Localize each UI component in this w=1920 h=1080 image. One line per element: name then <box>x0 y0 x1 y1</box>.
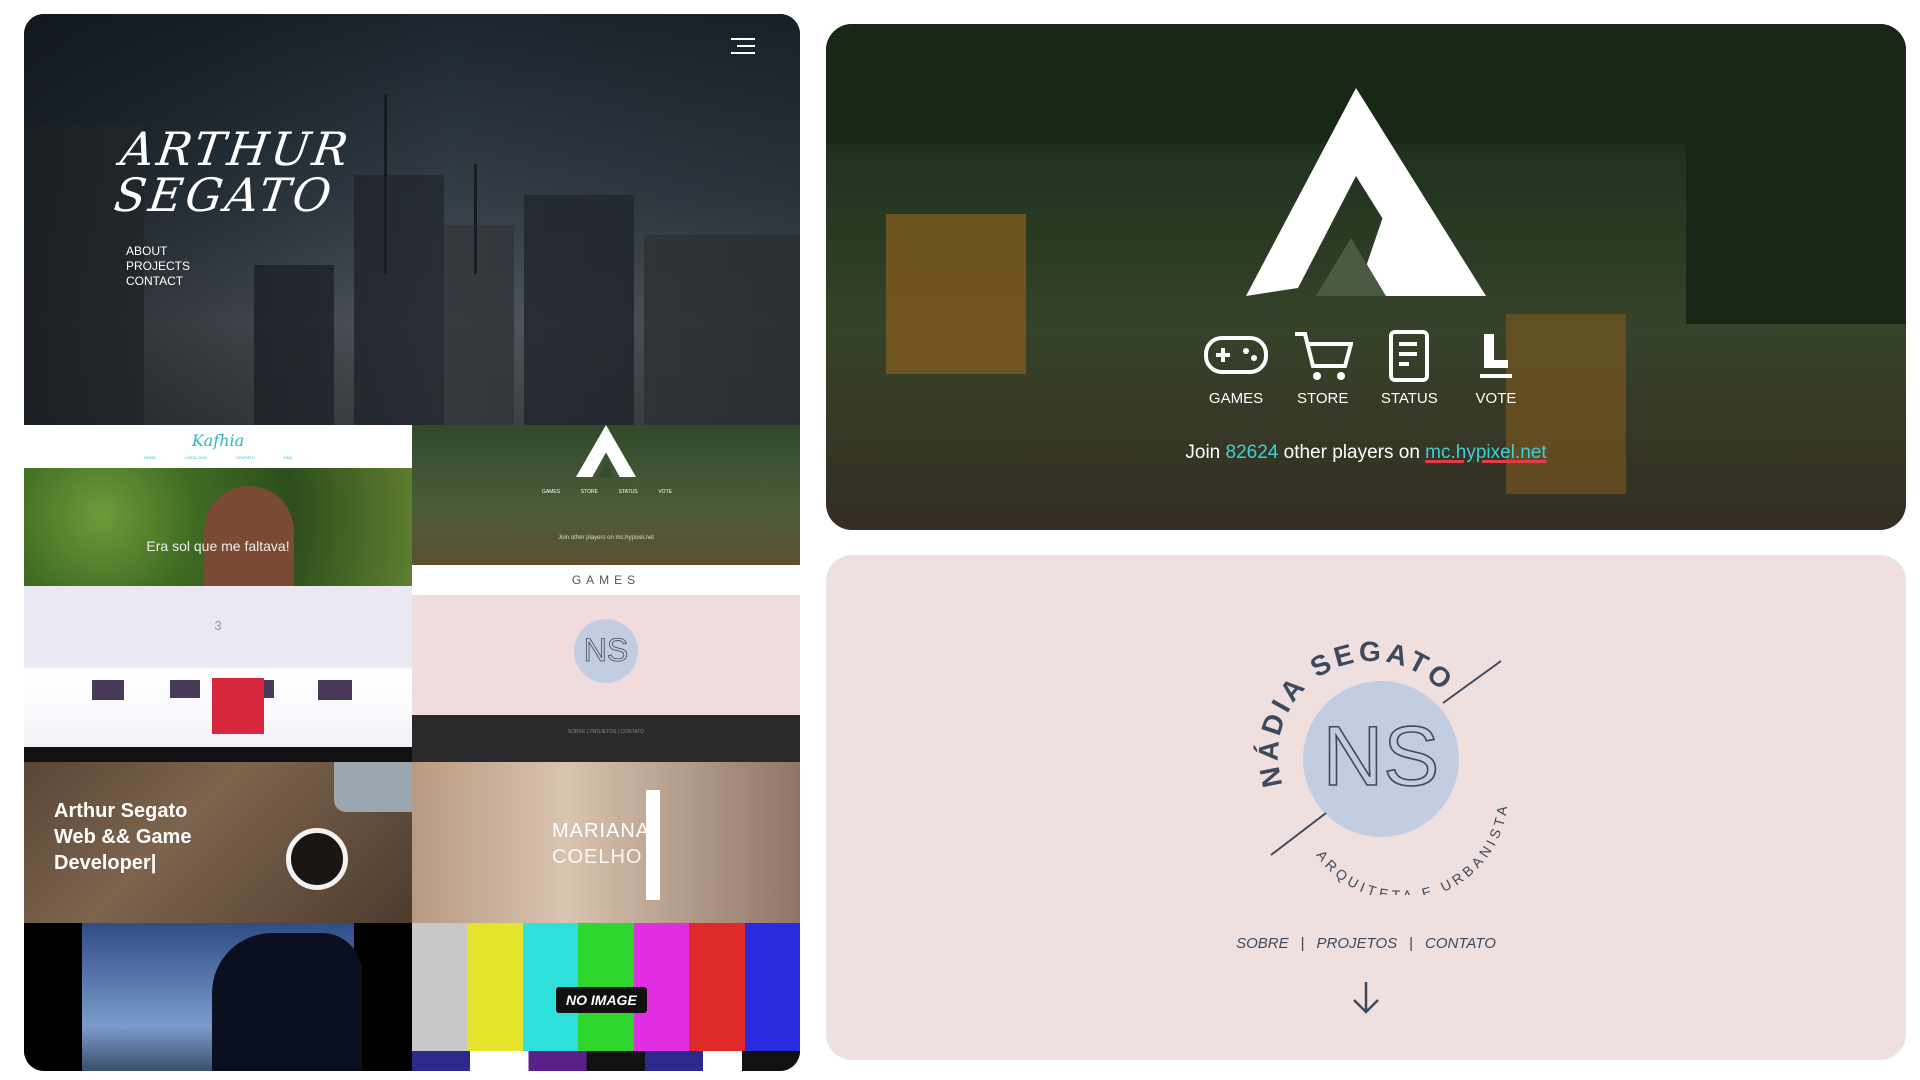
nav-status-label: STATUS <box>1380 390 1438 407</box>
nav-projetos[interactable]: PROJETOS <box>1317 935 1398 952</box>
obstacle-cube <box>318 680 352 700</box>
project-thumb-kaftia[interactable]: Kafhia HOME CATALOGO CONTATO FAQ Era sol… <box>24 425 412 586</box>
join-middle: other players on <box>1283 442 1420 463</box>
mini-vote: VOTE <box>658 489 672 495</box>
mini-join-text: Join other players on mc.hypixel.net <box>412 535 800 541</box>
mariana-title: MARIANA COELHO <box>552 818 650 870</box>
nav-games-label: GAMES <box>1208 390 1264 407</box>
nav-vote-label: VOTE <box>1475 390 1517 407</box>
seal-line-left <box>1270 812 1327 856</box>
mini-join-server: mc.hypixel.net <box>615 535 654 541</box>
obstacle-cube <box>92 680 124 700</box>
portfolio-collage: ARTHUR SEGATO ABOUT PROJECTS CONTACT Kaf… <box>24 14 800 1071</box>
mini-status: STATUS <box>618 489 638 495</box>
kaftia-photo: Era sol que me faltava! <box>24 468 412 586</box>
nav-status[interactable]: STATUS <box>1369 330 1449 407</box>
brand-line-1: ARTHUR <box>117 122 355 176</box>
project-thumb-mariana[interactable]: MARIANA COELHO <box>412 762 800 923</box>
nav-separator: | <box>1300 935 1305 952</box>
mini-join-middle: other players on <box>570 535 614 541</box>
kaftia-caption: Era sol que me faltava! <box>146 538 290 554</box>
silhouette-shape <box>212 933 362 1071</box>
nav-store[interactable]: STORE <box>1283 330 1363 407</box>
no-image-label: NO IMAGE <box>556 987 647 1013</box>
developer-line-3: Developer| <box>54 852 157 874</box>
nav-games[interactable]: GAMES <box>1196 330 1276 407</box>
portfolio-hero: ARTHUR SEGATO ABOUT PROJECTS CONTACT <box>24 14 800 425</box>
hypixel-nav: GAMES STORE STATUS VOTE <box>1196 330 1536 407</box>
mini-store: STORE <box>580 489 598 495</box>
game-score: 3 <box>214 618 222 633</box>
nav-separator: | <box>1409 935 1414 952</box>
kaftia-logo: Kafhia <box>191 431 245 450</box>
nadia-thumb-footer: SOBRE | PROJETOS | CONTATO <box>412 715 800 762</box>
brand-line-2: SEGATO <box>110 168 338 222</box>
hamburger-icon[interactable] <box>731 38 755 56</box>
project-thumb-3d-game[interactable]: 3 <box>24 586 412 747</box>
player-count: 82624 <box>1225 442 1279 463</box>
coffee-cup-image <box>286 828 348 890</box>
project-thumb-developer[interactable]: Arthur Segato Web && Game Developer| <box>24 762 412 923</box>
nav-sobre[interactable]: SOBRE <box>1236 935 1289 952</box>
project-thumb-nadia[interactable]: NS <box>412 595 800 715</box>
hypixel-logo-icon <box>1246 88 1486 296</box>
nav-contato[interactable]: CONTATO <box>1425 935 1496 952</box>
svg-text:NS: NS <box>584 632 628 668</box>
hero-nav: ABOUT PROJECTS CONTACT <box>126 244 190 289</box>
portrait-image <box>82 923 362 1071</box>
nav-projects[interactable]: PROJECTS <box>126 259 190 274</box>
nav-contact[interactable]: CONTACT <box>126 274 190 289</box>
player-cube <box>212 678 264 734</box>
mariana-last-name: COELHO <box>552 846 643 868</box>
developer-line-1: Arthur Segato <box>54 800 188 822</box>
cart-icon <box>1294 332 1353 380</box>
project-thumb-no-image[interactable]: NO IMAGE <box>412 923 800 1071</box>
obstacle-cube <box>170 680 200 698</box>
nav-vote[interactable]: VOTE <box>1456 330 1536 407</box>
developer-line-2: Web && Game <box>54 826 192 848</box>
mini-join-prefix: Join <box>558 535 570 541</box>
hypixel-preview: GAMES STORE STATUS VOTE Join 82624 other… <box>826 24 1906 530</box>
status-icon <box>1389 330 1430 382</box>
mini-contato: CONTATO <box>620 729 645 735</box>
seal-monogram: NS <box>1323 709 1440 803</box>
nadia-seal-logo: NÁDIA SEGATO ARQUITETA E URBANISTA NS <box>1253 636 1507 895</box>
model-figure <box>204 486 294 586</box>
mini-games: GAMES <box>542 489 561 495</box>
join-prefix: Join <box>1185 442 1221 463</box>
project-thumb-portrait[interactable] <box>24 923 412 1071</box>
kaftia-mini-nav: HOME CATALOGO CONTATO FAQ <box>144 455 292 460</box>
nadia-nav: SOBRE | PROJETOS | CONTATO <box>826 935 1906 952</box>
nav-store-label: STORE <box>1296 390 1349 407</box>
arrow-down-icon[interactable] <box>1352 980 1380 1016</box>
games-label: GAMES <box>412 565 800 595</box>
nadia-seal-mini-icon: NS <box>574 619 638 683</box>
laptop-image <box>334 762 412 812</box>
project-thumb-hypixel[interactable]: GAMES STORE STATUS VOTE Join other playe… <box>412 425 800 565</box>
gamepad-icon <box>1204 336 1268 374</box>
mini-hypixel-nav: GAMES STORE STATUS VOTE <box>542 489 672 495</box>
join-message: Join 82624 other players on mc.hypixel.n… <box>826 442 1906 464</box>
nav-about[interactable]: ABOUT <box>126 244 190 259</box>
brand-logo: ARTHUR SEGATO <box>110 122 355 222</box>
nadia-preview: NÁDIA SEGATO ARQUITETA E URBANISTA NS SO… <box>826 555 1906 1060</box>
color-bars-bottom <box>412 1051 800 1071</box>
mini-sobre: SOBRE <box>567 729 586 735</box>
mariana-accent-bar <box>646 790 660 900</box>
vote-icon <box>1479 334 1512 378</box>
mariana-first-name: MARIANA <box>552 820 651 842</box>
server-address-link[interactable]: mc.hypixel.net <box>1425 442 1546 463</box>
developer-headline: Arthur Segato Web && Game Developer| <box>54 798 191 876</box>
hypixel-logo-icon <box>576 425 636 477</box>
mini-projetos: PROJETOS <box>589 729 617 735</box>
